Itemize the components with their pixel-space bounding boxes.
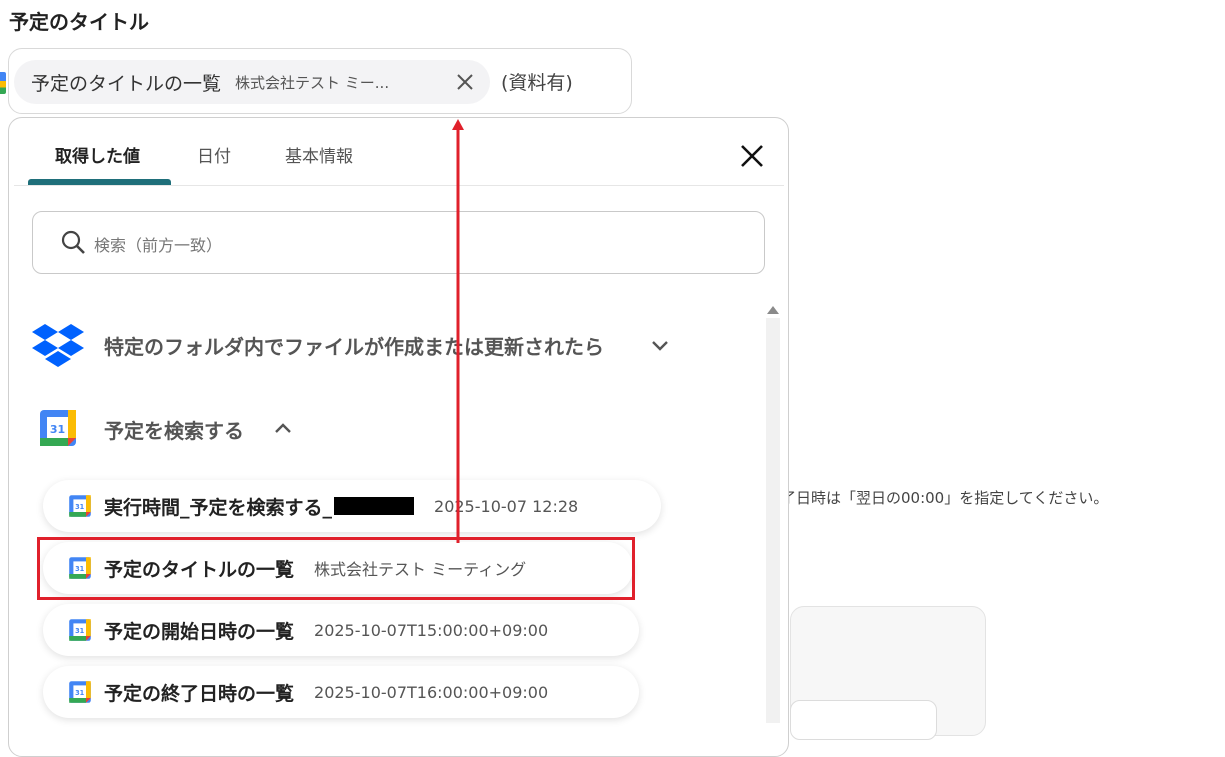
tab-acquired-values[interactable]: 取得した値 bbox=[55, 142, 140, 182]
svg-text:31: 31 bbox=[75, 503, 85, 511]
google-calendar-icon: 31 bbox=[69, 619, 91, 641]
search-placeholder: 検索（前方一致） bbox=[94, 236, 223, 255]
value-item-value: 2025-10-07T15:00:00+09:00 bbox=[314, 620, 549, 640]
value-item-label: 予定の開始日時の一覧 bbox=[104, 620, 295, 643]
value-item[interactable]: 31 予定の終了日時の一覧 2025-10-07T16:00:00+09:00 bbox=[43, 666, 639, 718]
dropbox-icon bbox=[32, 324, 84, 367]
value-item[interactable]: 31 予定の開始日時の一覧 2025-10-07T15:00:00+09:00 bbox=[43, 604, 639, 656]
arrow-up-annotation-icon bbox=[452, 119, 464, 543]
tabs-divider bbox=[14, 185, 784, 186]
highlight-annotation-box bbox=[37, 537, 635, 600]
redaction-bar bbox=[334, 497, 415, 515]
google-calendar-icon: 31 bbox=[69, 495, 91, 517]
background-input bbox=[790, 700, 937, 740]
google-calendar-icon: 31 bbox=[69, 681, 91, 703]
section-label: 予定のタイトル bbox=[9, 10, 149, 34]
action-group-title[interactable]: 予定を検索する bbox=[104, 415, 244, 444]
close-icon[interactable] bbox=[454, 71, 476, 93]
chevron-down-icon[interactable] bbox=[650, 335, 670, 355]
value-item[interactable]: 31 実行時間_予定を検索する_ 2025-10-07 12:28 bbox=[43, 480, 661, 532]
svg-text:31: 31 bbox=[50, 423, 65, 436]
search-icon bbox=[61, 230, 85, 254]
scrollbar-track[interactable] bbox=[766, 318, 780, 723]
tab-basic-info[interactable]: 基本情報 bbox=[285, 142, 353, 182]
close-icon[interactable] bbox=[738, 142, 766, 170]
background-hint-text: 了日時は「翌日の00:00」を指定してください。 bbox=[781, 489, 1109, 507]
tab-date[interactable]: 日付 bbox=[197, 142, 231, 182]
scroll-up-arrow-icon[interactable] bbox=[767, 306, 779, 314]
chip-value: 株式会社テスト ミー... bbox=[235, 73, 390, 92]
chip-label: 予定のタイトルの一覧 bbox=[31, 72, 222, 95]
field-suffix-text: (資料有) bbox=[501, 72, 573, 94]
value-item-label: 実行時間_予定を検索する_ bbox=[104, 496, 333, 519]
value-item-value: 2025-10-07T16:00:00+09:00 bbox=[314, 682, 549, 702]
chevron-up-icon[interactable] bbox=[273, 418, 293, 438]
svg-text:31: 31 bbox=[75, 627, 85, 635]
google-calendar-icon bbox=[0, 72, 6, 94]
trigger-group-title[interactable]: 特定のフォルダ内でファイルが作成または更新されたら bbox=[104, 331, 604, 360]
svg-text:31: 31 bbox=[75, 689, 85, 697]
selected-value-chip[interactable]: 予定のタイトルの一覧 株式会社テスト ミー... bbox=[14, 60, 490, 104]
value-item-label: 予定の終了日時の一覧 bbox=[104, 682, 295, 705]
google-calendar-icon: 31 bbox=[40, 410, 76, 446]
